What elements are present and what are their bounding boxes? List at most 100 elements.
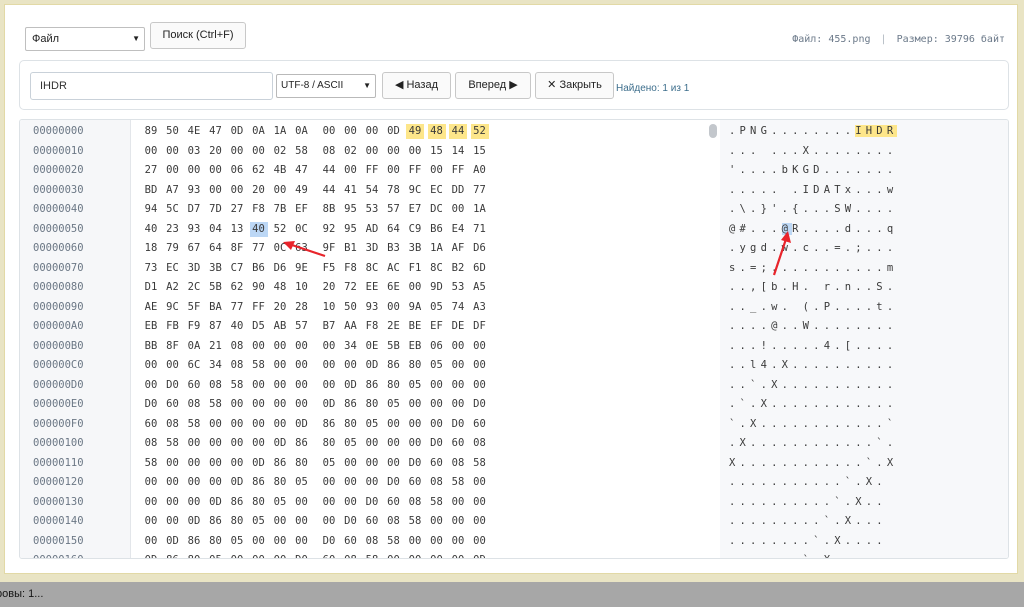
hex-byte[interactable]: 0D [250,456,268,471]
hex-byte[interactable]: 27 [142,163,160,178]
hex-byte[interactable]: 0D [385,124,403,139]
hex-byte[interactable]: 23 [164,222,182,237]
ascii-text[interactable]: ..,[b.H. r.n..S. [729,280,897,295]
hex-byte[interactable]: 06 [428,339,446,354]
hex-byte[interactable]: 14 [449,144,467,159]
hex-byte[interactable]: F9 [185,319,203,334]
hex-byte[interactable]: 77 [471,183,489,198]
hex-row[interactable]: 000001600D868005000000D0600858000000000D… [20,552,1008,558]
hex-byte[interactable]: 00 [250,378,268,393]
hex-byte[interactable]: 00 [385,553,403,558]
hex-byte[interactable]: 86 [385,358,403,373]
hex-byte[interactable]: 90 [250,280,268,295]
hex-byte[interactable]: 00 [406,417,424,432]
hex-byte[interactable]: 00 [250,144,268,159]
hex-byte[interactable]: 60 [320,553,338,558]
hex-byte[interactable]: 80 [185,553,203,558]
hex-byte[interactable]: 00 [320,475,338,490]
hex-byte[interactable]: 9C [406,183,424,198]
hex-byte[interactable]: 00 [320,124,338,139]
hex-byte[interactable]: 00 [271,183,289,198]
hex-byte[interactable]: 28 [293,300,311,315]
hex-byte[interactable]: 9A [406,300,424,315]
hex-byte[interactable]: 00 [293,397,311,412]
hex-byte[interactable]: 67 [185,241,203,256]
hex-byte[interactable]: F5 [320,261,338,276]
hex-byte[interactable]: 49 [293,183,311,198]
hex-byte[interactable]: FF [250,300,268,315]
hex-row[interactable]: 000000D0 00 D0 60 08 58 00 00 00 00 0D 86 80 05 00 00 00… [20,377,1008,396]
ascii-text[interactable]: ........`.X.... [729,534,887,549]
hex-row[interactable]: 00000030 BD A7 93 00 00 20 00 49 44 41 54 78 9C EC DD 77… [20,182,1008,201]
hex-byte[interactable]: 00 [293,514,311,529]
hex-byte[interactable]: 74 [449,300,467,315]
hex-byte[interactable]: 00 [406,534,424,549]
hex-byte[interactable]: 47 [207,124,225,139]
hex-byte[interactable]: 08 [185,397,203,412]
hex-byte[interactable]: 00 [342,456,360,471]
hex-byte[interactable]: FF [449,163,467,178]
hex-byte[interactable]: 86 [293,436,311,451]
hex-byte[interactable]: 05 [271,495,289,510]
hex-byte[interactable]: 64 [207,241,225,256]
hex-byte[interactable]: 58 [363,553,381,558]
hex-byte[interactable]: 05 [207,553,225,558]
hex-byte[interactable]: 50 [164,124,182,139]
hex-byte[interactable]: 02 [271,144,289,159]
hex-byte[interactable]: B3 [385,241,403,256]
hex-byte[interactable]: 00 [428,553,446,558]
hex-byte[interactable]: 72 [342,280,360,295]
hex-byte[interactable]: 20 [320,280,338,295]
hex-byte[interactable]: 00 [228,417,246,432]
hex-byte[interactable]: 0C [293,222,311,237]
hex-byte[interactable]: AF [449,241,467,256]
hex-byte[interactable]: 08 [142,436,160,451]
ascii-text[interactable]: .PNG........IHDR [729,124,898,139]
hex-byte[interactable]: 8B [320,202,338,217]
hex-byte[interactable]: 00 [293,339,311,354]
hex-byte[interactable]: 00 [293,378,311,393]
hex-byte[interactable]: 58 [185,417,203,432]
hex-byte[interactable]: B6 [428,222,446,237]
hex-byte[interactable]: 00 [293,495,311,510]
hex-byte[interactable]: F8 [363,319,381,334]
hex-byte[interactable]: 08 [406,495,424,510]
hex-byte[interactable]: 58 [207,397,225,412]
hex-byte[interactable]: D7 [185,202,203,217]
hex-byte[interactable]: AD [363,222,381,237]
hex-byte[interactable]: 00 [250,397,268,412]
hex-byte[interactable]: 00 [164,456,182,471]
hex-byte[interactable]: 00 [228,456,246,471]
hex-byte[interactable]: 00 [342,495,360,510]
hex-byte[interactable]: 47 [293,163,311,178]
hex-byte[interactable]: 00 [363,124,381,139]
hex-byte[interactable]: 20 [250,183,268,198]
hex-byte[interactable]: 00 [406,144,424,159]
hex-byte[interactable]: A7 [164,183,182,198]
hex-byte[interactable]: 00 [142,495,160,510]
ascii-text[interactable]: ....@..W........ [729,319,897,334]
hex-byte[interactable]: 34 [342,339,360,354]
hex-byte[interactable]: 00 [228,397,246,412]
hex-byte[interactable]: 86 [342,397,360,412]
hex-byte[interactable]: 60 [142,417,160,432]
hex-byte[interactable]: 00 [228,183,246,198]
hex-byte[interactable]: 93 [185,183,203,198]
hex-byte[interactable]: 2C [185,280,203,295]
hex-byte[interactable]: 05 [428,300,446,315]
hex-byte[interactable]: 05 [385,397,403,412]
hex-byte[interactable]: 00 [271,397,289,412]
ascii-text[interactable]: ..l4.X.......... [729,358,897,373]
hex-byte[interactable]: 05 [406,378,424,393]
hex-byte[interactable]: 00 [271,553,289,558]
hex-byte[interactable]: 0D [228,475,246,490]
hex-byte[interactable]: 58 [406,514,424,529]
hex-byte[interactable]: 34 [207,358,225,373]
hex-byte[interactable]: 08 [428,475,446,490]
hex-byte[interactable]: 86 [185,534,203,549]
hex-byte[interactable]: A3 [471,300,489,315]
hex-byte[interactable]: 58 [428,495,446,510]
hex-byte[interactable]: 60 [385,495,403,510]
hex-byte[interactable]: 00 [320,339,338,354]
hex-byte[interactable]: 05 [293,475,311,490]
